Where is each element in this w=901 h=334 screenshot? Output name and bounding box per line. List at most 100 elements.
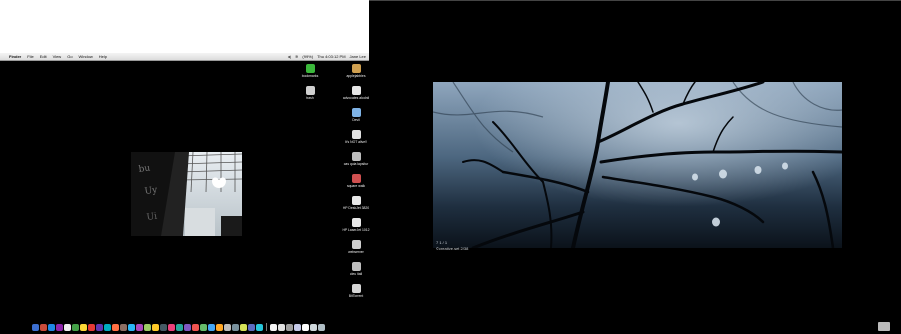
dock-app-icon[interactable] bbox=[310, 323, 317, 331]
desktop-icon[interactable]: bookmarks bbox=[293, 64, 327, 78]
desktop-icon-label: webserver bbox=[348, 250, 364, 254]
desktop-icon-label: BitTorrent bbox=[348, 294, 364, 298]
dock-app-icon[interactable] bbox=[302, 323, 309, 331]
desktop-icon[interactable]: BitTorrent bbox=[339, 284, 373, 298]
dock-app-icon[interactable] bbox=[278, 323, 285, 331]
dock-app-icon[interactable] bbox=[48, 323, 55, 331]
dock-app-icon[interactable] bbox=[144, 323, 151, 331]
desktop-icon[interactable]: applejabbies bbox=[339, 64, 373, 78]
dock bbox=[32, 322, 368, 332]
document-icon bbox=[351, 86, 361, 95]
printer-icon bbox=[351, 196, 361, 205]
dock-app-icon[interactable] bbox=[176, 323, 183, 331]
desktop-icon-label: cleu itall bbox=[349, 272, 363, 276]
desktop-icon[interactable]: cas quia lapsitur bbox=[339, 152, 373, 166]
menu-finder[interactable]: Finder bbox=[9, 54, 21, 59]
dock-app-icon[interactable] bbox=[136, 323, 143, 331]
svg-text:bu: bu bbox=[138, 163, 151, 175]
desktop-icon[interactable]: webserver bbox=[339, 240, 373, 254]
desktop-icon[interactable]: cleu itall bbox=[339, 262, 373, 276]
menu-bar: Finder File Edit View Go Window Help ◂) … bbox=[0, 53, 369, 61]
dock-app-icon[interactable] bbox=[88, 323, 95, 331]
desktop-icon[interactable]: Devil bbox=[339, 108, 373, 122]
wallpaper-caption-line2: ©creative.set 2/38 bbox=[436, 246, 469, 251]
volume-icon[interactable]: ◂) bbox=[288, 54, 291, 59]
dock-app-icon[interactable] bbox=[168, 323, 175, 331]
dock-app-icon[interactable] bbox=[80, 323, 87, 331]
app-icon bbox=[351, 174, 361, 183]
svg-text:Uy: Uy bbox=[144, 185, 159, 197]
app-icon bbox=[351, 64, 361, 73]
menu-help[interactable]: Help bbox=[99, 54, 107, 59]
dock-app-icon[interactable] bbox=[32, 323, 39, 331]
dock-app-icon[interactable] bbox=[256, 323, 263, 331]
trash-icon bbox=[305, 86, 315, 95]
wallpaper-image bbox=[433, 82, 842, 248]
menu-edit[interactable]: Edit bbox=[40, 54, 47, 59]
menu-file[interactable]: File bbox=[27, 54, 33, 59]
dock-app-icon[interactable] bbox=[208, 323, 215, 331]
desktop-icon-label: advocates alodnil bbox=[342, 96, 370, 100]
system-corner-icon[interactable] bbox=[878, 322, 890, 331]
drive-icon bbox=[351, 262, 361, 271]
desktop-icon-label: It's NOT alive!! bbox=[344, 140, 368, 144]
svg-text:Ui: Ui bbox=[146, 212, 158, 223]
file-icon bbox=[351, 108, 361, 117]
dock-app-icon[interactable] bbox=[112, 323, 119, 331]
battery-status[interactable]: (99%) bbox=[302, 54, 313, 59]
desktop-icon-label: cas quia lapsitur bbox=[343, 162, 369, 166]
dock-app-icon[interactable] bbox=[120, 323, 127, 331]
dock-app-icon[interactable] bbox=[240, 323, 247, 331]
folder-icon bbox=[351, 284, 361, 293]
desktop-icon-label: square walk bbox=[346, 184, 366, 188]
desktop-icon[interactable]: It's NOT alive!! bbox=[339, 130, 373, 144]
photo-image: bu Uy Ui bbox=[131, 152, 242, 236]
dock-app-icon[interactable] bbox=[152, 323, 159, 331]
printer-icon bbox=[351, 218, 361, 227]
desktop-icon[interactable]: square walk bbox=[339, 174, 373, 188]
desktop-icon[interactable]: advocates alodnil bbox=[339, 86, 373, 100]
desktop-icon-label: HP DeskJet 3820 bbox=[342, 206, 370, 210]
menu-view[interactable]: View bbox=[53, 54, 62, 59]
document-icon bbox=[351, 130, 361, 139]
dock-app-icon[interactable] bbox=[128, 323, 135, 331]
dock-app-icon[interactable] bbox=[286, 323, 293, 331]
desktop-icon-label: Devil bbox=[352, 118, 360, 122]
desktop-icon-label: bookmarks bbox=[301, 74, 319, 78]
display-border bbox=[369, 0, 901, 1]
dock-app-icon[interactable] bbox=[216, 323, 223, 331]
green-bookmarks-icon bbox=[305, 64, 315, 73]
dock-app-icon[interactable] bbox=[294, 323, 301, 331]
dock-app-icon[interactable] bbox=[192, 323, 199, 331]
dock-app-icon[interactable] bbox=[318, 323, 325, 331]
dock-app-icon[interactable] bbox=[248, 323, 255, 331]
desktop-icon-label: applejabbies bbox=[346, 74, 366, 78]
blank-display-area bbox=[0, 0, 369, 53]
dock-app-icon[interactable] bbox=[56, 323, 63, 331]
dock-app-icon[interactable] bbox=[104, 323, 111, 331]
document-icon bbox=[351, 152, 361, 161]
desktop-icon-label: HP LaserJet 1012 bbox=[342, 228, 370, 232]
dock-separator bbox=[266, 323, 267, 331]
dock-app-icon[interactable] bbox=[224, 323, 231, 331]
desktop-icon[interactable]: trash bbox=[293, 86, 327, 100]
wallpaper-caption: 7 1 / 1 ©creative.set 2/38 bbox=[436, 240, 468, 252]
desktop-icon[interactable]: HP DeskJet 3820 bbox=[339, 196, 373, 210]
dock-app-icon[interactable] bbox=[64, 323, 71, 331]
menu-go[interactable]: Go bbox=[67, 54, 72, 59]
dock-app-icon[interactable] bbox=[270, 323, 277, 331]
clock[interactable]: Thu 4:03:12 PM bbox=[317, 54, 345, 59]
dock-app-icon[interactable] bbox=[160, 323, 167, 331]
desktop-icons: bookmarks applejabbies trash advocates alod… bbox=[293, 64, 373, 314]
dock-app-icon[interactable] bbox=[200, 323, 207, 331]
user-name[interactable]: Jane Lee bbox=[350, 54, 366, 59]
dock-app-icon[interactable] bbox=[72, 323, 79, 331]
wifi-icon[interactable]: ≋ bbox=[295, 54, 298, 59]
dock-app-icon[interactable] bbox=[232, 323, 239, 331]
menu-window[interactable]: Window bbox=[79, 54, 93, 59]
dock-app-icon[interactable] bbox=[96, 323, 103, 331]
photo-window[interactable]: bu Uy Ui bbox=[131, 152, 242, 236]
desktop-icon[interactable]: HP LaserJet 1012 bbox=[339, 218, 373, 232]
dock-app-icon[interactable] bbox=[40, 323, 47, 331]
dock-app-icon[interactable] bbox=[184, 323, 191, 331]
